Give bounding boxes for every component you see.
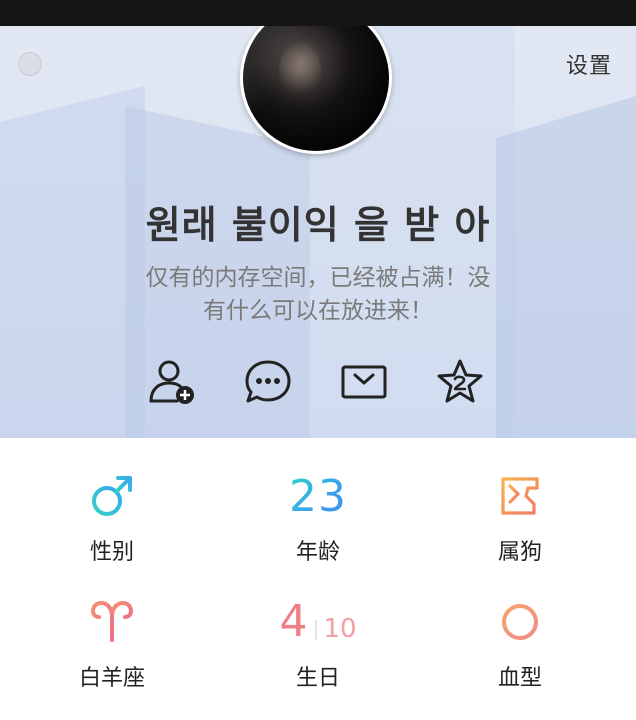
info-age-label: 年龄 <box>295 540 340 565</box>
profile-signature: 仅有的内存空间，已经被占满！没 有什么可以在放进来！ <box>120 262 516 328</box>
profile-name: 원래 불이익 을 받 아 <box>145 203 491 247</box>
birthday-day: 10 <box>323 614 357 644</box>
mail-icon <box>341 365 387 399</box>
info-gender-label: 性别 <box>89 540 134 565</box>
circle-icon <box>502 604 538 640</box>
info-blood[interactable]: 血型 <box>414 564 626 694</box>
star-icon <box>437 359 483 403</box>
avatar[interactable] <box>240 26 392 154</box>
info-grid: 性别 23 年龄 属狗 白羊座 4 10 生日 血型 <box>0 438 636 720</box>
profile-header: 设置 원래 불이익 을 받 아 仅有的内存空间，已经被占满！没 有什么可以在放进… <box>0 26 636 438</box>
info-blood-label: 血型 <box>497 666 542 691</box>
chat-icon <box>245 360 291 403</box>
chat-button[interactable] <box>242 356 294 408</box>
birthday-value: 4 10 <box>279 600 356 644</box>
male-icon <box>92 476 132 516</box>
birthday-month: 4 <box>279 596 308 647</box>
settings-button[interactable]: 设置 <box>566 48 612 80</box>
info-birthday[interactable]: 4 10 生日 <box>212 564 424 694</box>
add-friend-icon <box>149 360 194 404</box>
action-bar <box>0 356 636 408</box>
info-zodiac-label: 属狗 <box>497 540 542 565</box>
avatar-glint <box>243 26 389 151</box>
info-birthday-label: 生日 <box>295 666 340 691</box>
signature-line: 仅有的内存空间，已经被占满！没 <box>145 265 491 291</box>
info-age[interactable]: 23 年龄 <box>212 438 424 568</box>
dog-zodiac-icon <box>501 477 539 515</box>
add-friend-button[interactable] <box>146 356 198 408</box>
info-zodiac[interactable]: 属狗 <box>414 438 626 568</box>
mail-button[interactable] <box>338 356 390 408</box>
star-button[interactable] <box>434 356 486 408</box>
info-constellation[interactable]: 白羊座 <box>6 564 218 694</box>
back-dot-icon[interactable] <box>18 52 42 76</box>
signature-line: 有什么可以在放进来！ <box>203 298 433 324</box>
birthday-divider <box>315 620 318 640</box>
age-value: 23 <box>289 470 347 522</box>
info-gender[interactable]: 性别 <box>6 438 218 568</box>
aries-icon <box>90 600 134 642</box>
status-bar <box>0 0 636 26</box>
info-constellation-label: 白羊座 <box>78 666 145 691</box>
